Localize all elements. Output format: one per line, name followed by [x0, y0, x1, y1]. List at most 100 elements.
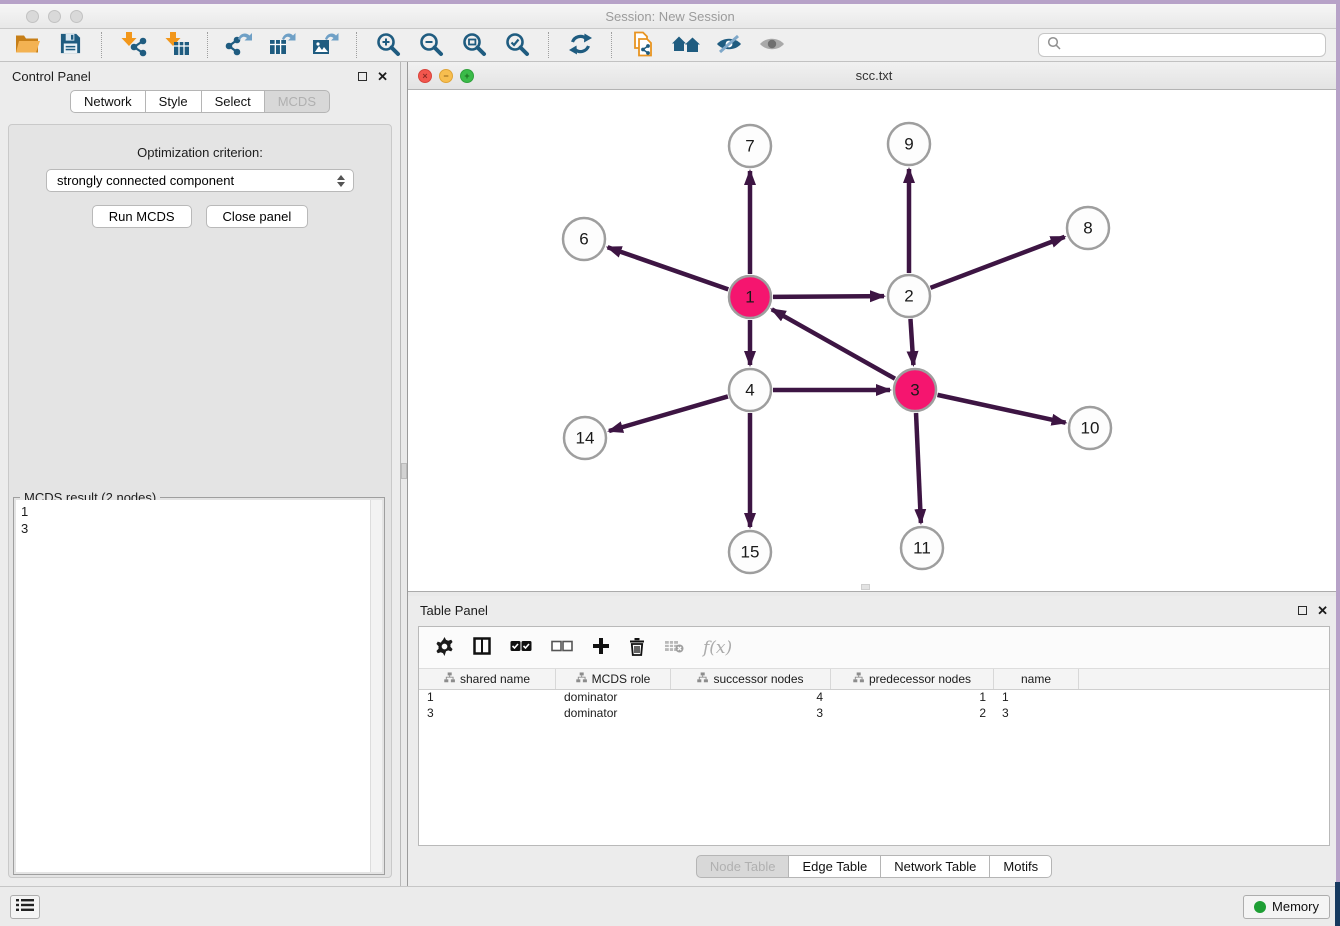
- tab-mcds[interactable]: MCDS: [264, 90, 330, 113]
- network-minimize-icon[interactable]: −: [439, 69, 453, 83]
- table-cell[interactable]: 3: [419, 706, 556, 722]
- mcds-result-item[interactable]: 1: [21, 503, 365, 520]
- eye-icon: [758, 34, 786, 57]
- network-canvas[interactable]: 7968124314101511: [408, 90, 1340, 591]
- graph-node-label: 3: [910, 381, 919, 400]
- table-body: 1dominator4113dominator323: [419, 690, 1329, 845]
- table-cell[interactable]: 1: [419, 690, 556, 706]
- column-header-name[interactable]: name: [994, 669, 1079, 689]
- mcds-result-item[interactable]: 3: [21, 520, 365, 537]
- export-table-button[interactable]: [265, 30, 299, 60]
- network-graph[interactable]: 7968124314101511: [408, 90, 1340, 592]
- split-panel-button[interactable]: [473, 633, 491, 663]
- network-zoom-icon[interactable]: +: [460, 69, 474, 83]
- function-builder-button[interactable]: f(x): [703, 633, 732, 663]
- network-title: scc.txt: [856, 68, 893, 83]
- clone-network-icon: [631, 31, 655, 60]
- close-window-icon[interactable]: [26, 10, 39, 23]
- memory-status-icon: [1254, 901, 1266, 913]
- eye-slash-icon: [715, 33, 743, 58]
- network-close-icon[interactable]: ×: [418, 69, 432, 83]
- graph-edge-2-8[interactable]: [931, 237, 1065, 288]
- import-table-button[interactable]: [159, 30, 193, 60]
- desktop-edge-corner: [1335, 882, 1340, 926]
- graph-edge-3-10[interactable]: [937, 395, 1065, 423]
- tab-edge-table[interactable]: Edge Table: [788, 855, 881, 878]
- graph-node-label: 15: [741, 543, 760, 562]
- export-table-icon: [268, 31, 296, 60]
- result-scrollbar[interactable]: [370, 500, 382, 872]
- desktop-edge-top: [0, 0, 1340, 4]
- close-table-panel-icon[interactable]: ✕: [1317, 604, 1328, 617]
- table-row[interactable]: 3dominator323: [419, 706, 1329, 722]
- session-list-button[interactable]: [10, 895, 40, 919]
- tab-select[interactable]: Select: [201, 90, 265, 113]
- clone-network-button[interactable]: [626, 30, 660, 60]
- list-icon: [16, 898, 34, 915]
- zoom-out-button[interactable]: [414, 30, 448, 60]
- column-header-mcds-role[interactable]: MCDS role: [556, 669, 671, 689]
- float-panel-icon[interactable]: [358, 72, 367, 81]
- hide-selected-button[interactable]: [712, 30, 746, 60]
- graph-edge-1-2[interactable]: [773, 296, 884, 297]
- tab-style[interactable]: Style: [145, 90, 202, 113]
- table-cell[interactable]: dominator: [556, 690, 671, 706]
- control-panel: Control Panel ✕ NetworkStyleSelectMCDS O…: [0, 62, 400, 886]
- table-settings-button[interactable]: [435, 633, 454, 663]
- delete-row-button[interactable]: [629, 633, 645, 663]
- search-field[interactable]: [1038, 33, 1326, 57]
- main-area: Control Panel ✕ NetworkStyleSelectMCDS O…: [0, 62, 1340, 886]
- export-network-button[interactable]: [222, 30, 256, 60]
- zoom-fit-button[interactable]: [457, 30, 491, 60]
- tab-motifs[interactable]: Motifs: [989, 855, 1052, 878]
- first-neighbors-button[interactable]: [669, 30, 703, 60]
- minimize-window-icon[interactable]: [48, 10, 61, 23]
- close-panel-button[interactable]: Close panel: [206, 205, 309, 228]
- refresh-layout-button[interactable]: [563, 30, 597, 60]
- close-panel-icon[interactable]: ✕: [377, 70, 388, 83]
- column-header-predecessor-nodes[interactable]: predecessor nodes: [831, 669, 994, 689]
- canvas-grip[interactable]: [861, 584, 870, 590]
- export-image-button[interactable]: [308, 30, 342, 60]
- run-mcds-button[interactable]: Run MCDS: [92, 205, 192, 228]
- tab-node-table[interactable]: Node Table: [696, 855, 790, 878]
- add-row-button[interactable]: [592, 633, 610, 663]
- zoom-selected-button[interactable]: [500, 30, 534, 60]
- save-session-button[interactable]: [53, 30, 87, 60]
- graph-edge-3-11[interactable]: [916, 413, 921, 523]
- table-cell[interactable]: dominator: [556, 706, 671, 722]
- deselect-all-button[interactable]: [551, 633, 573, 663]
- table-cell[interactable]: 1: [994, 690, 1079, 706]
- open-file-button[interactable]: [10, 30, 44, 60]
- column-header-successor-nodes[interactable]: successor nodes: [671, 669, 831, 689]
- import-network-button[interactable]: [116, 30, 150, 60]
- table-cell[interactable]: 1: [831, 690, 994, 706]
- graph-edge-2-3[interactable]: [910, 319, 913, 365]
- delete-table-button[interactable]: [664, 633, 684, 663]
- select-all-button[interactable]: [510, 633, 532, 663]
- vertical-splitter[interactable]: [400, 62, 408, 886]
- column-header-shared-name[interactable]: shared name: [419, 669, 556, 689]
- tab-network-table[interactable]: Network Table: [880, 855, 990, 878]
- zoom-window-icon[interactable]: [70, 10, 83, 23]
- table-header-row: shared nameMCDS rolesuccessor nodesprede…: [419, 669, 1329, 690]
- table-row[interactable]: 1dominator411: [419, 690, 1329, 706]
- table-cell[interactable]: 3: [671, 706, 831, 722]
- graph-edge-1-6[interactable]: [608, 247, 729, 289]
- graph-edge-4-14[interactable]: [609, 396, 728, 431]
- table-cell[interactable]: 3: [994, 706, 1079, 722]
- memory-button[interactable]: Memory: [1243, 895, 1330, 919]
- mcds-result-list[interactable]: 13: [16, 500, 370, 872]
- float-table-panel-icon[interactable]: [1298, 606, 1307, 615]
- show-all-button[interactable]: [755, 30, 789, 60]
- table-cell[interactable]: 2: [831, 706, 994, 722]
- tab-network[interactable]: Network: [70, 90, 146, 113]
- graph-node-label: 8: [1083, 219, 1092, 238]
- search-icon: [1047, 36, 1061, 55]
- search-input[interactable]: [1066, 38, 1317, 53]
- criterion-dropdown[interactable]: strongly connected component: [46, 169, 354, 192]
- splitter-grip[interactable]: [401, 463, 407, 479]
- zoom-in-button[interactable]: [371, 30, 405, 60]
- graph-edge-3-1[interactable]: [772, 309, 895, 378]
- table-cell[interactable]: 4: [671, 690, 831, 706]
